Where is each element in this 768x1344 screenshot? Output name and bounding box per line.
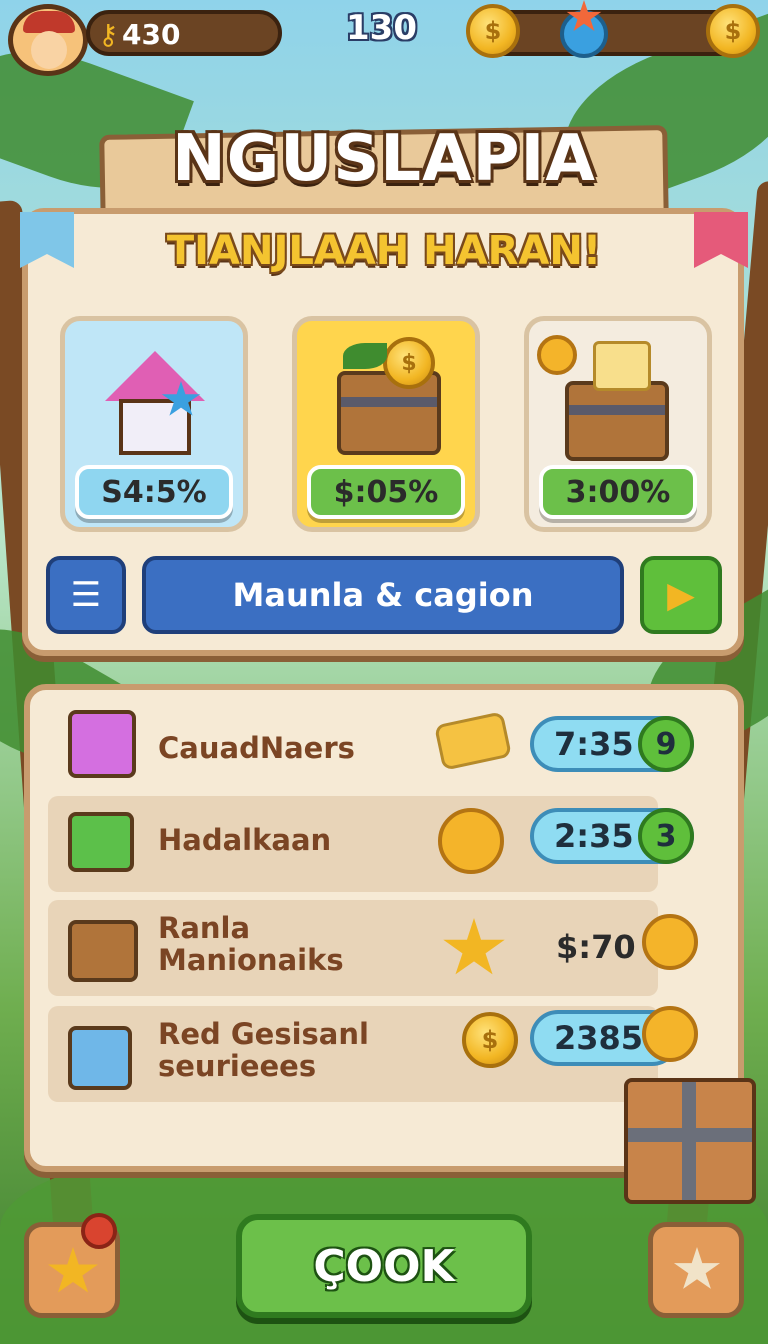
count-badge: 9 <box>638 716 694 772</box>
star-icon <box>48 1247 98 1293</box>
cube-icon <box>68 710 136 778</box>
red-critter-icon <box>81 1213 117 1249</box>
list-item-label: CauadNaers <box>158 731 355 765</box>
treasure-chest-icon <box>565 381 669 461</box>
keys-counter: ⚷ 430 <box>86 10 282 56</box>
main-action-label: ÇOOK <box>313 1240 455 1292</box>
keys-value: 430 <box>122 18 181 51</box>
timer-pill: 2:35 3 <box>530 808 694 864</box>
leaf-icon <box>343 343 387 369</box>
star-outline-icon <box>673 1247 721 1289</box>
house-icon <box>105 351 205 461</box>
list-item-label: Red Gesisanl seurieees <box>158 1017 369 1083</box>
offer-price-3: 3:00% <box>539 465 697 519</box>
play-icon: ▶ <box>667 574 695 616</box>
offer-card-1[interactable]: S4:5% <box>60 316 248 532</box>
menu-button[interactable]: ☰ <box>46 556 126 634</box>
list-item[interactable]: Ranla Manionaiks $:70 <box>48 900 698 996</box>
timer-value: 7:35 <box>554 725 634 763</box>
list-item-label: Ranla Manionaiks <box>158 911 344 977</box>
coin-star-icon: $ <box>462 1012 518 1068</box>
list-item[interactable]: CauadNaers 7:35 9 <box>48 700 694 796</box>
coin-icon[interactable]: $ <box>466 4 520 58</box>
coin-add-icon[interactable]: $ <box>706 4 760 58</box>
rating-button[interactable] <box>648 1222 744 1318</box>
sun-face-icon <box>438 808 504 874</box>
offer-price-2: $:05% <box>307 465 465 519</box>
sun-face-icon <box>642 914 698 970</box>
sun-face-icon <box>537 335 577 375</box>
face-icon <box>31 31 67 69</box>
sun-face-icon <box>642 1006 698 1062</box>
main-action-button[interactable]: ÇOOK <box>236 1214 532 1318</box>
amount-value: 2385 <box>554 1019 644 1057</box>
count-badge: 3 <box>638 808 694 864</box>
timer-value: 2:35 <box>554 817 634 855</box>
key-icon: ⚷ <box>98 18 119 51</box>
offer-price-1: S4:5% <box>75 465 233 519</box>
blue-box-icon <box>68 1026 132 1090</box>
list-item[interactable]: Red Gesisanl seurieees $ 2385 <box>48 1006 698 1102</box>
gold-piece-icon <box>433 711 513 771</box>
chest-icon <box>68 920 138 982</box>
butter-block-icon <box>593 341 651 391</box>
game-title: NGUSLAPIA <box>172 122 596 196</box>
gift-box-icon[interactable] <box>624 1078 756 1204</box>
play-button[interactable]: ▶ <box>640 556 722 634</box>
star-icon <box>443 918 505 975</box>
list-item[interactable]: Hadalkaan 2:35 3 <box>48 796 694 892</box>
player-avatar[interactable] <box>8 4 88 76</box>
hud-bar: ⚷ 430 130 $ $ <box>0 0 768 76</box>
panel-subtitle: TIANJLAAH HARAN! <box>166 228 602 274</box>
center-counter: 130 <box>346 8 417 48</box>
hat-icon <box>23 11 75 33</box>
list-item-label: Hadalkaan <box>158 823 332 857</box>
offer-card-3[interactable]: 3:00% <box>524 316 712 532</box>
coin-icon: $ <box>383 337 435 389</box>
timer-pill: 7:35 9 <box>530 716 694 772</box>
favorites-button[interactable] <box>24 1213 120 1318</box>
action-label: Maunla & cagion <box>232 576 534 614</box>
reward-value: $:70 <box>556 928 636 966</box>
menu-icon: ☰ <box>70 575 102 615</box>
chest-icon <box>337 371 441 455</box>
cash-box-icon <box>68 812 134 872</box>
offer-card-2[interactable]: $ $:05% <box>292 316 480 532</box>
action-banner-button[interactable]: Maunla & cagion <box>142 556 624 634</box>
